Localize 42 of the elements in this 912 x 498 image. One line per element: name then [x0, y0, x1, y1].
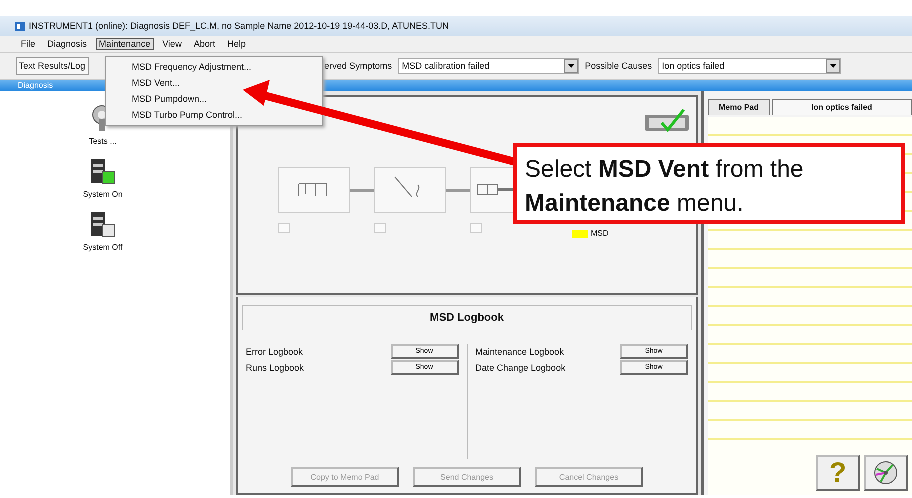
- results-tab[interactable]: Text Results/Log: [16, 57, 89, 75]
- dropdown-arrow-icon: [830, 64, 837, 68]
- menu-option[interactable]: MSD Frequency Adjustment...: [106, 59, 322, 75]
- checkbox[interactable]: [278, 223, 290, 233]
- logbook-label: Runs Logbook: [246, 362, 304, 372]
- sidebar-label[interactable]: System Off: [83, 243, 123, 252]
- legend-label: MSD: [591, 229, 609, 238]
- instruction-text: Select MSD Vent from the Maintenance menu.: [525, 156, 804, 217]
- sidebar-label[interactable]: System On: [83, 190, 123, 199]
- checkbox[interactable]: [374, 223, 386, 233]
- menu-option[interactable]: MSD Pumpdown...: [106, 91, 322, 107]
- window-title: INSTRUMENT1 (online): Diagnosis DEF_LC.M, no Sample Name 2012-10-19 19-44-03.D, ATUNES.TUN: [29, 21, 449, 31]
- logo-icon: [644, 109, 690, 133]
- menu-item[interactable]: View: [160, 38, 185, 50]
- disk-icon: [873, 460, 899, 486]
- logbook-title: MSD Logbook: [242, 305, 692, 330]
- menu-option[interactable]: MSD Turbo Pump Control...: [106, 107, 322, 123]
- symptoms-dropdown[interactable]: MSD calibration failed: [398, 58, 580, 74]
- instrument-off-icon[interactable]: [88, 209, 117, 239]
- menu-item[interactable]: Maintenance: [96, 38, 154, 50]
- causes-dropdown[interactable]: Ion optics failed: [658, 58, 842, 74]
- menu-item[interactable]: Abort: [190, 38, 218, 50]
- logbook-label: Error Logbook: [246, 346, 304, 356]
- module-drawing: [278, 167, 350, 213]
- memo-tab[interactable]: Memo Pad: [708, 99, 770, 115]
- panel-title: Diagnosis: [18, 81, 54, 90]
- memo-tab[interactable]: Ion optics failed: [772, 99, 912, 115]
- menu-option[interactable]: MSD Vent...: [106, 75, 322, 91]
- module-drawing: [374, 167, 446, 213]
- sidebar-label[interactable]: Tests ...: [89, 137, 117, 146]
- app-icon: [14, 20, 26, 32]
- dropdown-arrow-icon: [568, 64, 575, 68]
- logbook-label: Date Change Logbook: [476, 362, 566, 372]
- disk-button[interactable]: [864, 455, 908, 491]
- logbook-label: Maintenance Logbook: [476, 346, 564, 356]
- menu-item[interactable]: Help: [224, 38, 249, 50]
- causes-label: Possible Causes: [585, 61, 652, 71]
- checkbox[interactable]: [470, 223, 482, 233]
- symptoms-label: erved Symptoms: [324, 61, 392, 71]
- menu-item[interactable]: Diagnosis: [44, 38, 90, 50]
- menu-item[interactable]: File: [18, 38, 39, 50]
- instrument-on-icon[interactable]: [88, 156, 117, 186]
